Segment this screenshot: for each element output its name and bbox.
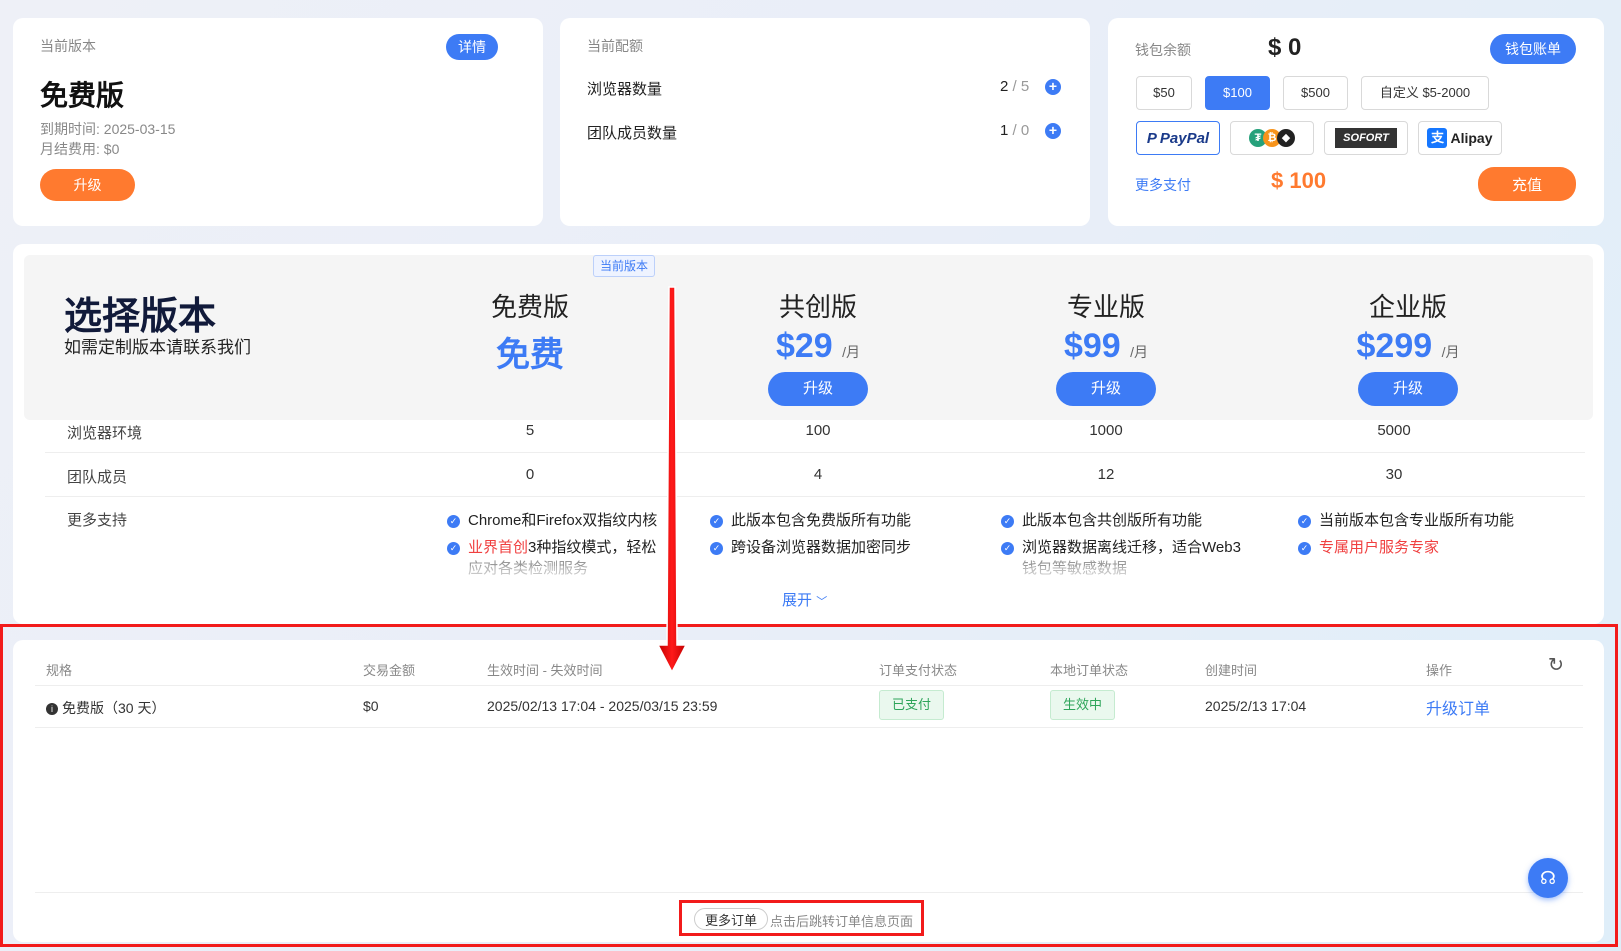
annotation-arrow [656, 286, 688, 674]
